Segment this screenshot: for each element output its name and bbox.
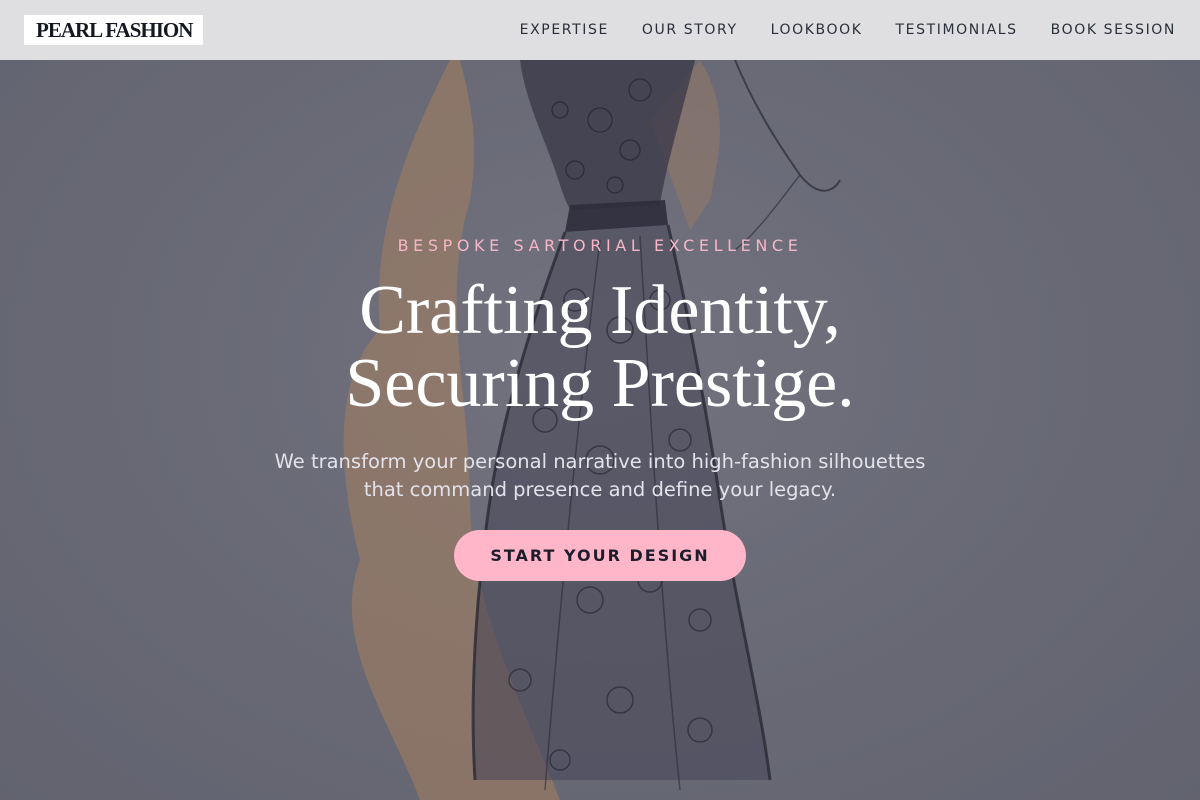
- hero-title-line-2: Securing Prestige.: [345, 345, 855, 422]
- nav-link-lookbook[interactable]: LOOKBOOK: [771, 22, 863, 38]
- brand-logo[interactable]: PEARL FASHION: [24, 15, 204, 45]
- site-header: PEARL FASHION EXPERTISE OUR STORY LOOKBO…: [0, 0, 1200, 60]
- hero-subtitle-line-1: We transform your personal narrative int…: [274, 450, 926, 473]
- start-design-button[interactable]: START YOUR DESIGN: [454, 530, 746, 581]
- nav-link-our-story[interactable]: OUR STORY: [642, 22, 738, 38]
- hero-title-line-1: Crafting Identity,: [359, 272, 841, 349]
- hero-subtitle: We transform your personal narrative int…: [240, 448, 960, 504]
- nav-link-testimonials[interactable]: TESTIMONIALS: [896, 22, 1018, 38]
- hero-content: BESPOKE SARTORIAL EXCELLENCE Crafting Id…: [0, 236, 1200, 581]
- hero-subtitle-line-2: that command presence and define your le…: [363, 478, 837, 501]
- hero-eyebrow: BESPOKE SARTORIAL EXCELLENCE: [397, 236, 803, 255]
- main-nav: EXPERTISE OUR STORY LOOKBOOK TESTIMONIAL…: [520, 22, 1176, 38]
- nav-link-book-session[interactable]: BOOK SESSION: [1051, 22, 1176, 38]
- hero-title: Crafting Identity, Securing Prestige.: [0, 274, 1200, 420]
- nav-link-expertise[interactable]: EXPERTISE: [520, 22, 609, 38]
